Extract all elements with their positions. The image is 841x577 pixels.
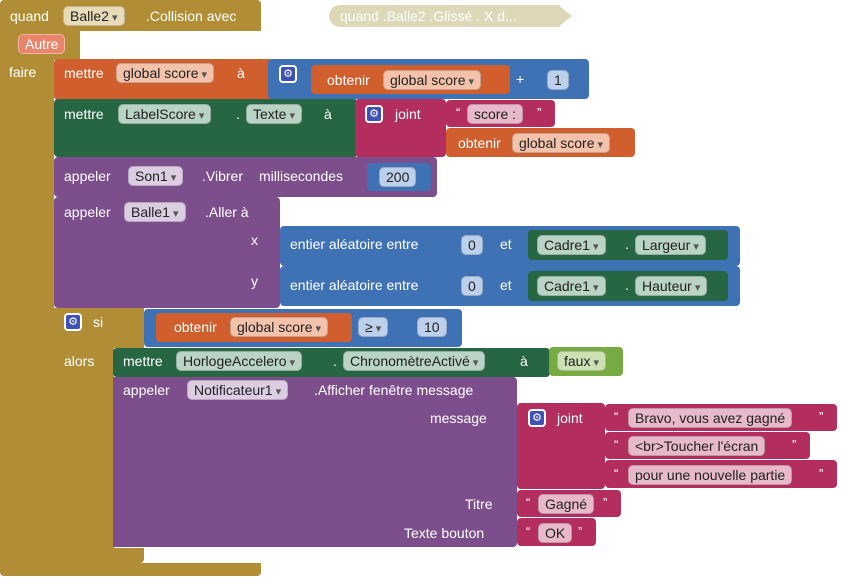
labelscore-component-dropdown[interactable]: LabelScore <box>118 104 212 124</box>
get-score-var-dropdown-2[interactable]: global score <box>512 133 611 153</box>
if-block-spine <box>54 340 114 565</box>
set-score-var-dropdown[interactable]: global score <box>116 63 215 83</box>
quote-close-icon-title: ” <box>603 495 608 510</box>
set-score-label: mettre <box>64 65 104 81</box>
compare-value-field[interactable]: 10 <box>417 317 447 337</box>
vibrer-component-dropdown[interactable]: Son1 <box>128 166 184 186</box>
event-block-spine <box>0 30 54 565</box>
text-score-field[interactable]: score : <box>467 104 524 124</box>
join-mutator-gear-icon[interactable]: ⚙ <box>365 105 383 123</box>
quote-open-icon-br: “ <box>614 437 619 452</box>
notifier-method-label: .Afficher fenêtre message <box>314 382 474 398</box>
canvas-width-prop-dropdown[interactable]: Largeur <box>635 235 706 255</box>
event-param-autre[interactable]: Autre <box>18 34 66 54</box>
moveto-y-label: y <box>251 273 258 289</box>
if-block-footer <box>54 548 144 563</box>
join-message-gear-icon[interactable]: ⚙ <box>528 409 546 427</box>
join-label-score: joint <box>395 106 421 122</box>
notifier-message-label: message <box>430 410 487 426</box>
quote-close-icon-bravo: ” <box>819 409 824 424</box>
labelscore-prop-dropdown[interactable]: Texte <box>246 104 303 124</box>
canvas-width-component-dropdown[interactable]: Cadre1 <box>537 235 606 255</box>
notifier-title-label: Titre <box>465 496 493 512</box>
moveto-call-label: appeler <box>64 204 111 220</box>
random-x-and-label: et <box>500 236 512 252</box>
text-button-field[interactable]: OK <box>538 523 573 543</box>
logic-false-dropdown[interactable]: faux <box>557 351 607 371</box>
quote-open-icon-button: “ <box>526 524 531 539</box>
set-timer-label: mettre <box>123 353 163 369</box>
event-when-label: quand <box>10 8 49 24</box>
compare-operator-dropdown[interactable]: ≥ <box>358 317 389 337</box>
get-score-var-dropdown[interactable]: global score <box>383 70 482 90</box>
canvas-height-dot: . <box>625 277 629 293</box>
mutator-gear-icon[interactable]: ⚙ <box>279 65 297 83</box>
vibrer-param-label: millisecondes <box>259 168 344 184</box>
random-x-from-field[interactable]: 0 <box>461 235 483 255</box>
text-bravo-field[interactable]: Bravo, vous avez gagné <box>628 408 793 428</box>
random-y-from-field[interactable]: 0 <box>461 276 483 296</box>
quote-open-icon-title: “ <box>526 495 531 510</box>
notifier-component-dropdown[interactable]: Notificateur1 <box>187 380 289 400</box>
set-score-to-label: à <box>237 65 245 81</box>
add-operator-label: + <box>516 71 525 87</box>
quote-close-icon: ” <box>537 105 542 120</box>
if-mutator-gear-icon[interactable]: ⚙ <box>64 313 82 331</box>
get-score-label-2: obtenir <box>458 135 501 151</box>
timer-component-dropdown[interactable]: HorlogeAccelero <box>176 351 303 371</box>
call-notifier-block[interactable] <box>113 377 517 547</box>
quote-open-icon-partie: “ <box>614 466 619 481</box>
if-label: si <box>93 314 104 330</box>
timer-prop-dropdown[interactable]: ChronomètreActivé <box>343 351 486 371</box>
get-score-label-3: obtenir <box>174 319 217 335</box>
canvas-height-component-dropdown[interactable]: Cadre1 <box>537 276 606 296</box>
labelscore-to-label: à <box>324 106 332 122</box>
vibrer-method-label: .Vibrer <box>202 168 243 184</box>
collapsed-event-tail <box>558 5 572 27</box>
get-score-label: obtenir <box>327 72 370 88</box>
quote-close-icon-partie: ” <box>819 466 824 481</box>
get-score-var-dropdown-3[interactable]: global score <box>230 317 329 337</box>
timer-to-label: à <box>520 353 528 369</box>
then-label: alors <box>64 353 95 369</box>
canvas-height-prop-dropdown[interactable]: Hauteur <box>635 276 708 296</box>
notifier-button-label: Texte bouton <box>404 525 485 541</box>
canvas-width-dot: . <box>625 236 629 252</box>
set-label-label: mettre <box>64 106 104 122</box>
event-name-label: .Collision avec <box>146 8 237 24</box>
quote-open-icon: “ <box>456 105 461 120</box>
timer-dot: . <box>333 353 337 369</box>
notifier-call-label: appeler <box>123 382 170 398</box>
vibrer-call-label: appeler <box>64 168 111 184</box>
text-title-field[interactable]: Gagné <box>538 494 595 514</box>
labelscore-dot: . <box>236 106 240 122</box>
add-number-field[interactable]: 1 <box>547 70 569 90</box>
vibrer-ms-field[interactable]: 200 <box>379 167 417 187</box>
random-y-and-label: et <box>500 277 512 293</box>
moveto-method-label: .Aller à <box>205 204 249 220</box>
join-message-label: joint <box>557 410 583 426</box>
event-do-label: faire <box>9 64 37 80</box>
event-component-dropdown[interactable]: Balle2 <box>63 6 125 26</box>
random-x-label: entier aléatoire entre <box>290 236 419 252</box>
random-y-label: entier aléatoire entre <box>290 277 419 293</box>
text-partie-field[interactable]: pour une nouvelle partie <box>628 465 793 485</box>
moveto-x-label: x <box>251 232 258 248</box>
quote-close-icon-br: ” <box>792 437 797 452</box>
event-block-footer <box>0 563 261 576</box>
moveto-component-dropdown[interactable]: Balle1 <box>124 202 186 222</box>
quote-close-icon-button: ” <box>578 524 583 539</box>
quote-open-icon-bravo: “ <box>614 409 619 424</box>
collapsed-event-text: quand .Balle2 .Glissé . X d... <box>340 8 517 24</box>
text-br-field[interactable]: <br>Toucher l'écran <box>628 436 766 456</box>
